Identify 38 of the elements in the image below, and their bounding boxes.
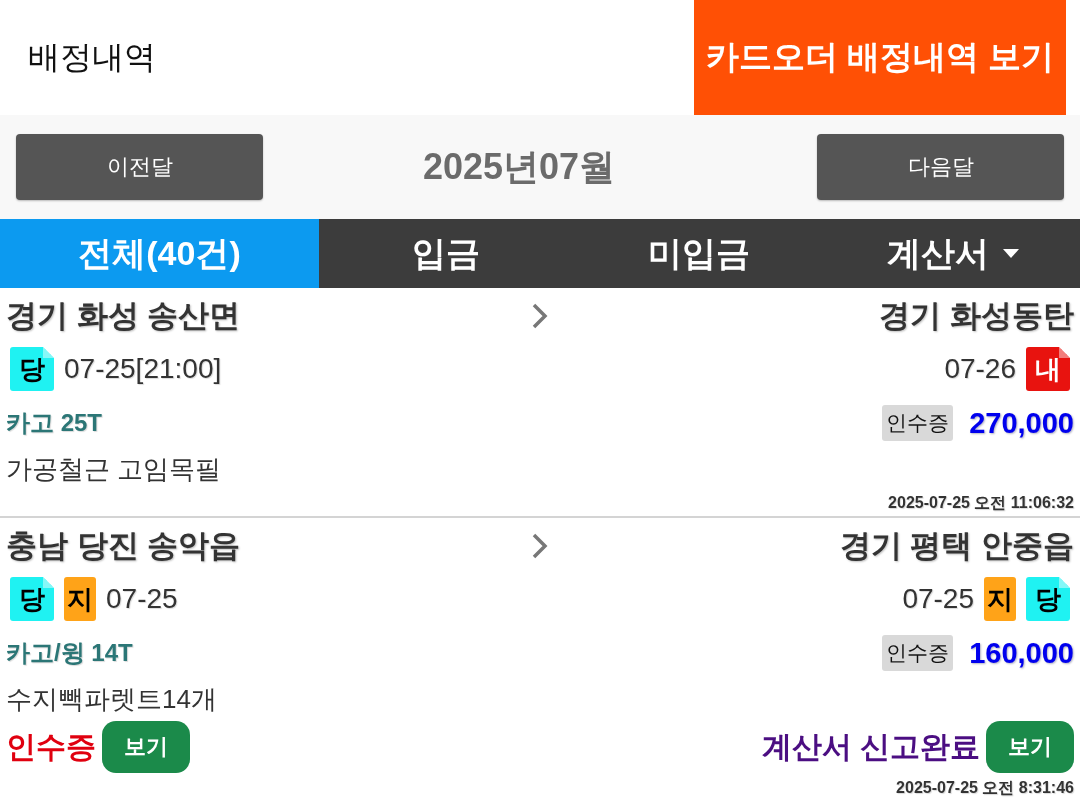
- fare-amount: 160,000: [969, 636, 1074, 670]
- invoice-status-label: 계산서 신고완료: [761, 728, 980, 765]
- chevron-right-icon: [532, 303, 548, 329]
- schedule-tag: 당: [10, 577, 54, 621]
- schedule-tag: 당: [1026, 577, 1070, 621]
- cargo-description: 가공철근 고임목필: [6, 452, 222, 486]
- pickup-date: 07-25[21:00]: [64, 353, 222, 385]
- delivery-date: 07-26: [944, 353, 1016, 385]
- view-button[interactable]: 보기: [986, 721, 1074, 773]
- view-button[interactable]: 보기: [102, 721, 190, 773]
- timestamp: 2025-07-25 오전 11:06:32: [888, 492, 1074, 513]
- chevron-right-icon: [532, 533, 548, 559]
- vehicle-type: 카고/윙 14T: [6, 638, 133, 668]
- schedule-tag: 내: [1026, 347, 1070, 391]
- destination-address: 경기 화성동탄: [879, 297, 1074, 335]
- origin-address: 충남 당진 송악읍: [6, 527, 241, 565]
- receipt-tag: 인수증: [882, 405, 954, 441]
- prev-month-button[interactable]: 이전달: [16, 134, 263, 200]
- caret-down-icon: [1003, 249, 1020, 258]
- timestamp: 2025-07-25 오전 8:31:46: [896, 777, 1074, 798]
- filter-tab[interactable]: 계산서: [826, 219, 1080, 288]
- schedule-tag: 지: [64, 577, 96, 621]
- delivery-date: 07-25: [902, 583, 974, 615]
- filter-tab[interactable]: 미입금: [572, 219, 827, 288]
- origin-address: 경기 화성 송산면: [6, 297, 241, 335]
- filter-tab[interactable]: 입금: [319, 219, 573, 288]
- cargo-description: 수지빽파렛트14개: [6, 682, 217, 716]
- next-month-button[interactable]: 다음달: [817, 134, 1064, 200]
- receipt-tag: 인수증: [882, 635, 954, 671]
- destination-address: 경기 평택 안중읍: [839, 527, 1074, 565]
- vehicle-type: 카고 25T: [6, 408, 103, 438]
- schedule-tag: 지: [984, 577, 1016, 621]
- receipt-status-label: 인수증: [6, 728, 96, 765]
- fare-amount: 270,000: [969, 406, 1074, 440]
- pickup-date: 07-25: [106, 583, 178, 615]
- schedule-tag: 당: [10, 347, 54, 391]
- month-label: 2025년07월: [422, 144, 616, 189]
- page-title: 배정내역: [28, 37, 156, 77]
